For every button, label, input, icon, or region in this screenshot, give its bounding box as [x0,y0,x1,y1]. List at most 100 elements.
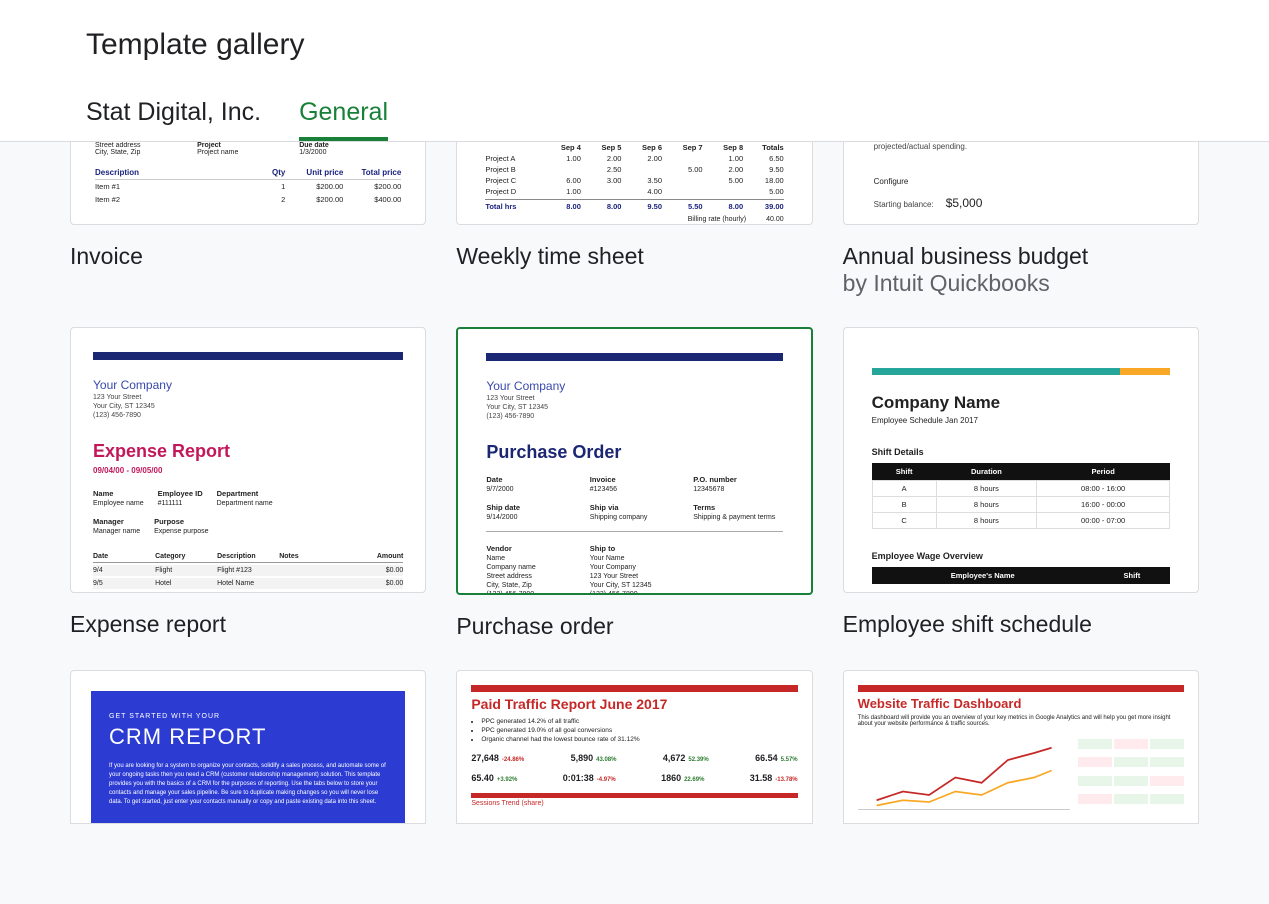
text: 40.00 [766,216,784,223]
text: Item #1 [95,182,227,191]
text: Employee name [93,500,144,507]
text: PPC generated 19.0% of all goal conversi… [481,727,797,734]
text: Ship date [486,503,575,512]
template-paid-traffic[interactable]: Paid Traffic Report June 2017 PPC genera… [456,670,812,824]
text: Hotel Name [217,580,279,587]
text: Configure [874,177,1168,186]
text: 18.00 [743,176,784,185]
text: This dashboard will provide you an overv… [858,715,1184,727]
text: Department name [217,500,273,507]
text: Name [93,489,144,498]
text: Project A [485,154,540,163]
text [540,165,581,174]
text [279,567,341,574]
text: 9.50 [621,202,662,211]
text: Department [217,489,273,498]
template-thumbnail: Company Name Employee Schedule Jan 2017 … [843,327,1199,593]
text: $0.00 [341,580,403,587]
text: projected/actual spending. [874,142,1168,151]
tab-general[interactable]: General [299,98,388,141]
text: Due date [299,142,329,149]
template-thumbnail: Sep 4Sep 5Sep 6Sep 7Sep 8Totals Project … [456,142,812,225]
text: Your Name [590,555,625,562]
text: #123456 [590,486,617,493]
text: Qty [227,168,285,177]
text: Street address [95,142,197,149]
template-title: Invoice [70,243,426,270]
text: 08:00 - 16:00 [1037,481,1170,497]
text: GET STARTED WITH YOUR [109,713,387,720]
text: 9/14/2000 [486,514,517,521]
text: City, State, Zip [486,582,531,589]
text: 3.00 [581,176,622,185]
text: City, State, Zip [95,149,197,156]
text: 4,672 [663,753,686,763]
text: Your Company [486,379,782,393]
template-website-traffic[interactable]: Website Traffic Dashboard This dashboard… [843,670,1199,824]
text: -24.86% [502,757,524,763]
tab-bar: Stat Digital, Inc. General [0,72,1269,141]
template-title: Purchase order [456,613,812,640]
text [703,187,744,196]
text: Billing rate (hourly) [688,216,746,223]
text: Expense purpose [154,528,208,535]
template-title: Weekly time sheet [456,243,812,270]
text: Company name [486,564,535,571]
template-thumbnail: Street address City, State, Zip Project … [70,142,426,225]
text: PPC generated 14.2% of all traffic [481,718,797,725]
text: 2.00 [703,165,744,174]
text: 1860 [661,773,681,783]
text: Total price [343,168,401,177]
line-chart-icon [858,739,1070,810]
text: 8 hours [936,513,1037,529]
text: $400.00 [343,195,401,204]
template-shift-schedule[interactable]: Company Name Employee Schedule Jan 2017 … [843,327,1199,640]
tab-org[interactable]: Stat Digital, Inc. [86,98,261,141]
text: 8.00 [581,202,622,211]
text: Shift Details [872,447,1170,457]
template-expense-report[interactable]: Your Company 123 Your Street Your City, … [70,327,426,640]
text: 6.00 [540,176,581,185]
text: 5,890 [571,753,594,763]
template-annual-budget[interactable]: projected/actual spending. Configure Sta… [843,142,1199,297]
text: 5.50 [662,202,703,211]
text: $200.00 [285,182,343,191]
text: 5.00 [662,165,703,174]
text: Employee's Name [872,567,1094,584]
text: 2.00 [581,154,622,163]
text: Company Name [872,393,1170,413]
template-weekly-timesheet[interactable]: Sep 4Sep 5Sep 6Sep 7Sep 8Totals Project … [456,142,812,297]
text: 1 [227,182,285,191]
text: Your City, ST 12345 [590,582,652,589]
text: Project C [485,176,540,185]
text: 27,648 [471,753,499,763]
text: Your City, ST 12345 [93,403,403,410]
template-gallery: Street address City, State, Zip Project … [0,142,1269,864]
text: Purpose [154,517,208,526]
page-title: Template gallery [0,0,1269,72]
text: Street address [486,573,532,580]
template-thumbnail: Your Company 123 Your Street Your City, … [456,327,812,595]
template-invoice[interactable]: Street address City, State, Zip Project … [70,142,426,297]
text: 3.50 [621,176,662,185]
text: Shipping & payment terms [693,514,775,521]
text: Category [155,553,217,560]
text: Sessions Trend (share) [471,800,797,807]
text: 123 Your Street [590,573,638,580]
text: P.O. number [693,475,782,484]
text: Shift [1094,567,1170,584]
metrics-grid [1078,739,1184,810]
text: Sep 5 [581,143,622,152]
text: Employee Schedule Jan 2017 [872,416,1170,425]
text: Totals [743,143,784,152]
text: Vendor [486,544,575,553]
text: Sep 6 [621,143,662,152]
text: Project name [197,149,299,156]
text: (123) 456-7890 [590,591,638,595]
template-title: Employee shift schedule [843,611,1199,638]
template-crm-report[interactable]: GET STARTED WITH YOUR CRM REPORT If you … [70,670,426,824]
text: Duration [936,463,1037,481]
text: 12345678 [693,486,724,493]
template-purchase-order[interactable]: Your Company 123 Your Street Your City, … [456,327,812,640]
text: -4.97% [597,777,616,783]
